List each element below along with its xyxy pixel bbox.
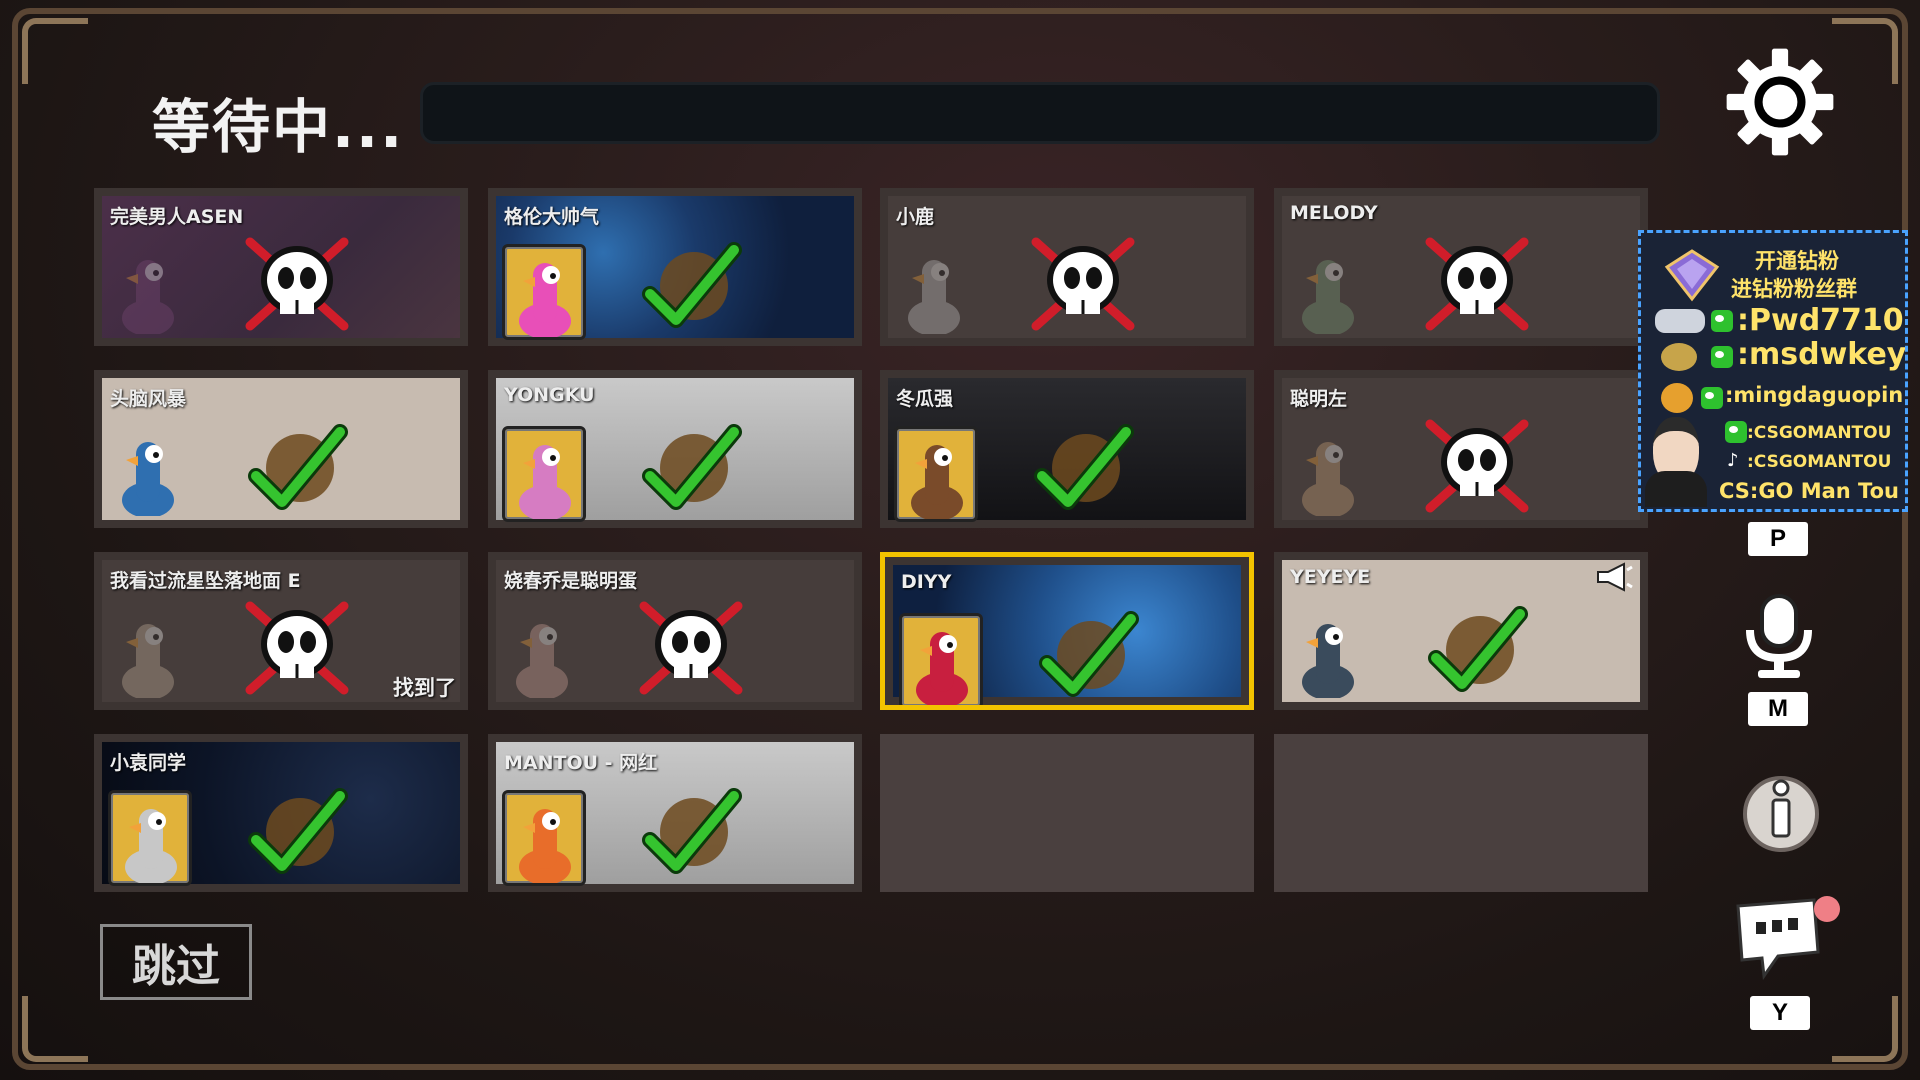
ready-check-icon: [642, 788, 742, 874]
player-avatar: [108, 790, 192, 886]
player-name: 格伦大帅气: [504, 206, 600, 228]
eliminated-skull-icon: [1425, 419, 1529, 513]
player-name: 小袁同学: [110, 752, 187, 774]
player-card[interactable]: MANTOU - 网红: [488, 734, 862, 892]
wechat-icon: [1701, 387, 1723, 409]
promo-line: :Pwd7710: [1737, 303, 1904, 338]
player-card[interactable]: 我看过流星坠落地面 E 找到了: [94, 552, 468, 710]
eliminated-skull-icon: [639, 601, 743, 695]
player-card[interactable]: MELODY: [1274, 188, 1648, 346]
player-name: YONGKU: [504, 384, 595, 406]
waiting-title: 等待中...: [152, 93, 405, 161]
player-name: 小鹿: [896, 206, 935, 228]
douyin-icon: ♪: [1727, 450, 1739, 471]
key-p: P: [1748, 522, 1808, 556]
promo-line: :mingdaguopin: [1725, 383, 1904, 407]
player-name: MELODY: [1290, 202, 1378, 224]
promo-line: CS:GO Man Tou: [1719, 479, 1899, 503]
microphone-icon[interactable]: [1736, 592, 1822, 682]
promo-line: 进钻粉粉丝群: [1731, 277, 1857, 301]
key-m: M: [1748, 692, 1808, 726]
player-avatar: [894, 244, 972, 334]
notification-dot: [1814, 896, 1840, 922]
medal-icon: [1661, 343, 1697, 371]
player-avatar: [502, 426, 586, 522]
ready-check-icon: [1034, 424, 1134, 510]
player-name: 娆春乔是聪明蛋: [504, 570, 638, 592]
player-card[interactable]: 头脑风暴: [94, 370, 468, 528]
info-icon[interactable]: [1740, 770, 1822, 852]
empty-slot: [880, 734, 1254, 892]
promo-line: :CSGOMANTOU: [1747, 423, 1892, 443]
player-name: 聪明左: [1290, 388, 1348, 410]
player-avatar: [108, 608, 186, 698]
peach-icon: [1661, 383, 1693, 413]
frame-corner: [22, 18, 88, 84]
avatar: [1645, 417, 1707, 507]
wechat-icon: [1725, 421, 1747, 443]
skip-button[interactable]: 跳过: [100, 924, 252, 1000]
ready-check-icon: [642, 242, 742, 328]
empty-slot: [1274, 734, 1648, 892]
player-name: 完美男人ASEN: [110, 206, 244, 228]
eliminated-skull-icon: [245, 237, 349, 331]
player-grid: 完美男人ASEN 格伦大帅气 小鹿 MELODY 头脑风暴 YONGKU 冬瓜强 聪明左我看过…: [94, 188, 1650, 892]
frame-corner: [1832, 996, 1898, 1062]
player-name: 冬瓜强: [896, 388, 954, 410]
frame-corner: [1832, 18, 1898, 84]
player-avatar: [108, 426, 186, 516]
player-card[interactable]: 小袁同学: [94, 734, 468, 892]
player-avatar: [1288, 608, 1366, 698]
streamer-overlay: 开通钻粉 进钻粉粉丝群 :Pwd7710 :msdwkey :mingdaguo…: [1638, 230, 1908, 512]
megaphone-icon: [1597, 562, 1633, 592]
player-avatar: [899, 613, 983, 705]
player-name: 我看过流星坠落地面 E: [110, 570, 301, 592]
player-card[interactable]: 完美男人ASEN: [94, 188, 468, 346]
ready-check-icon: [1039, 611, 1139, 697]
player-card[interactable]: 聪明左: [1274, 370, 1648, 528]
player-card[interactable]: YONGKU: [488, 370, 862, 528]
player-card[interactable]: DIYY: [880, 552, 1254, 710]
player-name: DIYY: [901, 571, 952, 593]
promo-line: :CSGOMANTOU: [1747, 452, 1892, 472]
player-card[interactable]: YEYEYE: [1274, 552, 1648, 710]
ready-check-icon: [642, 424, 742, 510]
player-name: YEYEYE: [1290, 566, 1371, 588]
player-avatar: [502, 608, 580, 698]
player-card[interactable]: 娆春乔是聪明蛋: [488, 552, 862, 710]
ready-check-icon: [248, 424, 348, 510]
promo-line: 开通钻粉: [1755, 249, 1839, 273]
player-card[interactable]: 小鹿: [880, 188, 1254, 346]
gamepad-icon: [1655, 309, 1705, 333]
wechat-icon: [1711, 346, 1733, 368]
body-found-label: 找到了: [393, 676, 456, 700]
ready-check-icon: [248, 788, 348, 874]
player-name: 头脑风暴: [110, 388, 187, 410]
player-avatar: [502, 244, 586, 340]
key-y: Y: [1750, 996, 1810, 1030]
player-card[interactable]: 格伦大帅气: [488, 188, 862, 346]
player-avatar: [1288, 244, 1366, 334]
player-avatar: [502, 790, 586, 886]
wechat-icon: [1711, 310, 1733, 332]
diamond-badge-icon: [1664, 249, 1720, 302]
ready-check-icon: [1428, 606, 1528, 692]
player-avatar: [894, 426, 978, 522]
promo-line: :msdwkey: [1737, 337, 1907, 372]
eliminated-skull-icon: [1425, 237, 1529, 331]
eliminated-skull-icon: [245, 601, 349, 695]
frame-corner: [22, 996, 88, 1062]
gear-icon[interactable]: [1722, 44, 1838, 160]
eliminated-skull-icon: [1031, 237, 1135, 331]
player-name: MANTOU - 网红: [504, 752, 658, 774]
player-avatar: [108, 244, 186, 334]
player-avatar: [1288, 426, 1366, 516]
player-card[interactable]: 冬瓜强: [880, 370, 1254, 528]
progress-bar: [420, 82, 1660, 144]
